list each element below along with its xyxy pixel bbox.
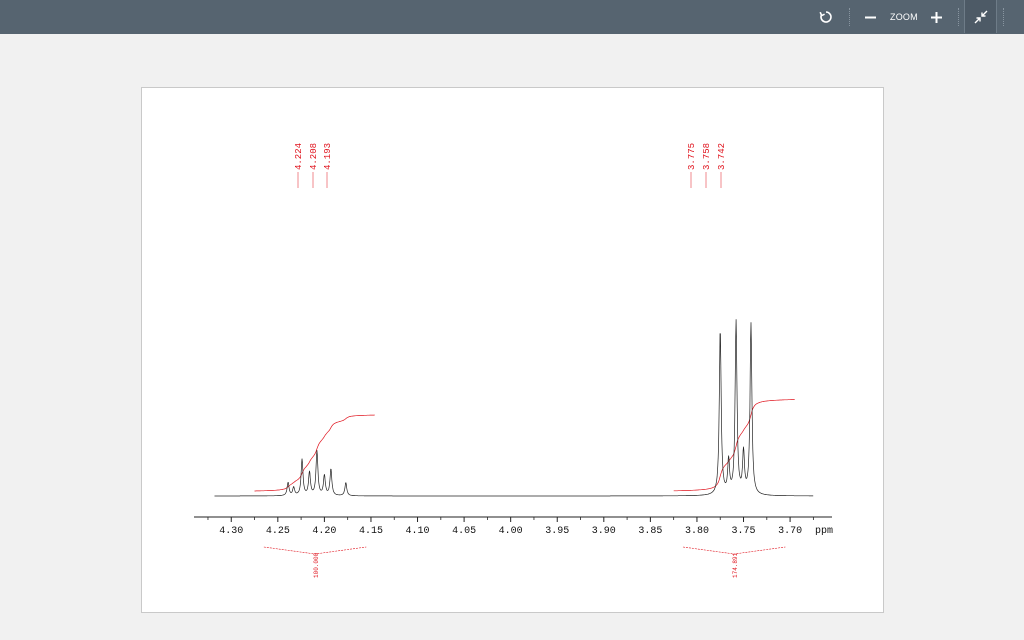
peak-label: 3.742 — [717, 143, 727, 170]
zoom-label: ZOOM — [890, 12, 918, 22]
toolbar: ZOOM — [0, 0, 1024, 34]
x-tick-label: 3.80 — [685, 526, 709, 537]
x-tick-label: 4.15 — [359, 526, 383, 537]
refresh-icon-glyph — [819, 11, 832, 23]
x-tick-label: 4.25 — [266, 526, 290, 537]
x-tick-label: 3.85 — [638, 526, 662, 537]
peak-label: 4.208 — [309, 143, 319, 170]
x-tick-label: 4.10 — [406, 526, 430, 537]
x-tick-label: 3.75 — [732, 526, 756, 537]
minus-glyph — [864, 16, 876, 18]
x-tick-label: 4.20 — [312, 526, 336, 537]
x-tick-label: 3.90 — [592, 526, 616, 537]
zoom-in-icon[interactable] — [927, 0, 945, 34]
x-tick-label: 4.00 — [499, 526, 523, 537]
peak-label: 3.775 — [687, 143, 697, 170]
integral-value-label: 100.000 — [313, 552, 320, 578]
peak-label: 4.224 — [294, 143, 304, 170]
toolbar-separator — [849, 8, 851, 26]
collapse-glyph — [974, 10, 987, 23]
peak-label: 3.758 — [702, 143, 712, 170]
zoom-out-icon[interactable] — [861, 0, 879, 34]
nmr-spectrum-chart: 4.224 4.208 4.193 3.775 3.758 3.742 4.30 4.25 4… — [194, 143, 833, 578]
x-tick-label: 4.05 — [452, 526, 476, 537]
plus-glyph — [930, 11, 942, 23]
integral-value-label: 174.891 — [732, 552, 739, 578]
integral-curve — [254, 414, 375, 492]
x-tick-label: 4.30 — [219, 526, 243, 537]
peak-label: 4.193 — [323, 143, 333, 170]
spectrum-page: 4.224 4.208 4.193 3.775 3.758 3.742 4.30 4.25 4… — [141, 87, 884, 613]
x-tick-label: 3.95 — [545, 526, 569, 537]
collapse-icon[interactable] — [964, 0, 997, 33]
toolbar-separator — [1003, 8, 1005, 26]
x-tick-label: 3.70 — [778, 526, 802, 537]
toolbar-separator — [958, 8, 960, 26]
x-axis-label: ppm — [815, 526, 833, 537]
refresh-icon[interactable] — [815, 0, 837, 34]
